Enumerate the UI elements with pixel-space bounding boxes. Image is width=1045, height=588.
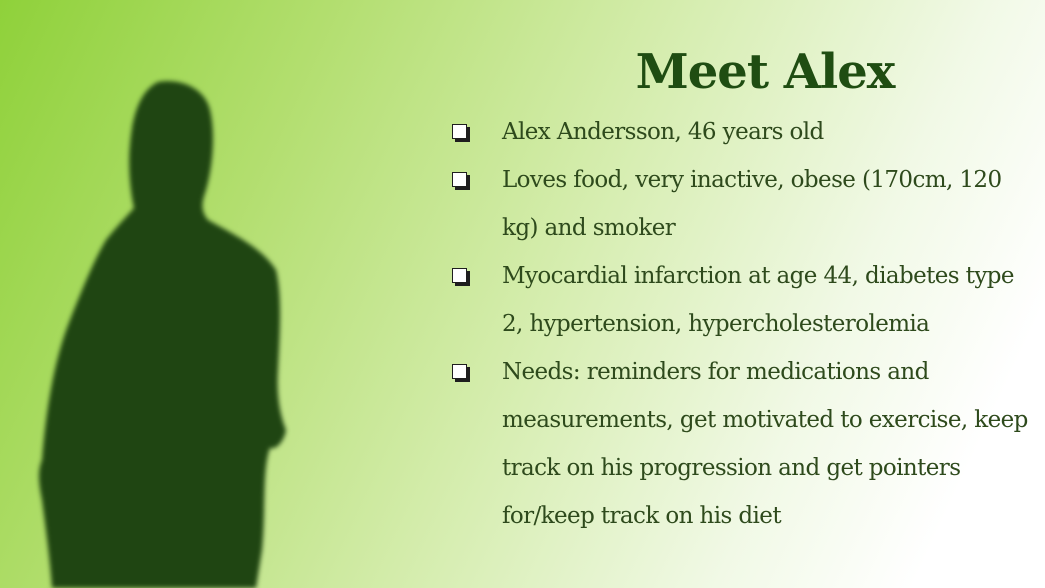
shadowed-square-bullet-icon bbox=[452, 268, 467, 283]
bullet-item-conditions: Myocardial infarction at age 44, diabete… bbox=[450, 252, 1040, 348]
slide: Meet Alex Alex Andersson, 46 years old L… bbox=[0, 0, 1045, 588]
bullet-item-lifestyle: Loves food, very inactive, obese (170cm,… bbox=[450, 156, 1040, 252]
slide-title: Meet Alex bbox=[635, 44, 896, 100]
bullet-text: Myocardial infarction at age 44, diabete… bbox=[502, 263, 1014, 337]
bullet-item-age: Alex Andersson, 46 years old bbox=[450, 108, 1040, 156]
person-silhouette-icon bbox=[39, 81, 286, 588]
bullet-list: Alex Andersson, 46 years old Loves food,… bbox=[450, 108, 1040, 540]
bullet-text: Alex Andersson, 46 years old bbox=[502, 119, 824, 145]
bullet-text: Loves food, very inactive, obese (170cm,… bbox=[502, 167, 1002, 241]
bullet-item-needs: Needs: reminders for medications and mea… bbox=[450, 348, 1040, 540]
shadowed-square-bullet-icon bbox=[452, 364, 467, 379]
shadowed-square-bullet-icon bbox=[452, 172, 467, 187]
shadowed-square-bullet-icon bbox=[452, 124, 467, 139]
bullet-text: Needs: reminders for medications and mea… bbox=[502, 359, 1028, 529]
